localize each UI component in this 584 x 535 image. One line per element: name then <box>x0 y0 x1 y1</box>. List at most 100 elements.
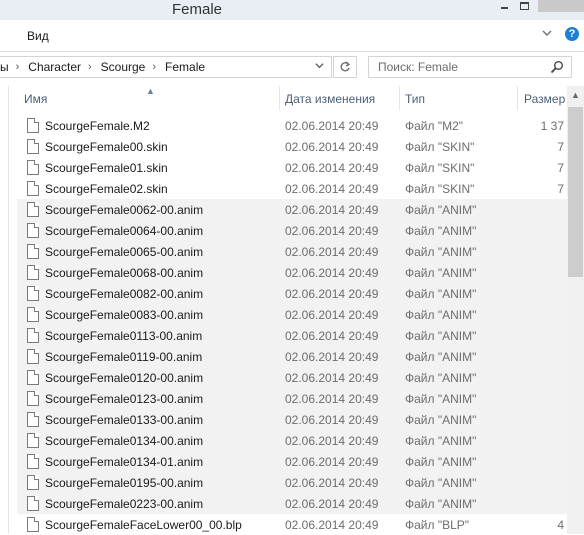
breadcrumb-separator-icon[interactable]: › <box>152 61 156 73</box>
file-type: Файл "BLP" <box>405 518 470 532</box>
refresh-button[interactable] <box>333 56 357 78</box>
scroll-up-icon[interactable]: ▲ <box>571 90 580 100</box>
file-date: 02.06.2014 20:49 <box>285 266 379 280</box>
file-type: Файл "ANIM" <box>405 476 477 490</box>
file-row[interactable]: ScourgeFemale0083-00.anim 02.06.2014 20:4… <box>17 304 567 325</box>
breadcrumb-item-female[interactable]: Female <box>165 60 205 74</box>
breadcrumb-item-partial[interactable]: ы <box>0 60 9 74</box>
file-icon <box>27 223 39 238</box>
search-box[interactable]: Поиск: Female <box>368 56 572 78</box>
help-icon[interactable]: ? <box>565 27 579 41</box>
file-row[interactable]: ScourgeFemale00.skin 02.06.2014 20:49 Файл… <box>17 136 567 157</box>
file-name: ScourgeFemale0065-00.anim <box>45 245 204 259</box>
file-type: Файл "ANIM" <box>405 371 477 385</box>
file-row[interactable]: ScourgeFemale0134-00.anim 02.06.2014 20:4… <box>17 430 567 451</box>
refresh-icon <box>340 61 351 72</box>
search-input[interactable]: Поиск: Female <box>378 60 458 74</box>
file-row[interactable]: ScourgeFemale0119-00.anim 02.06.2014 20:4… <box>17 346 567 367</box>
file-icon <box>27 412 39 427</box>
file-row[interactable]: ScourgeFemale0133-00.anim 02.06.2014 20:4… <box>17 409 567 430</box>
file-icon <box>27 496 39 511</box>
file-type: Файл "ANIM" <box>405 350 477 364</box>
file-name: ScourgeFemale0062-00.anim <box>45 203 204 217</box>
maximize-button[interactable] <box>516 0 532 12</box>
file-date: 02.06.2014 20:49 <box>285 497 379 511</box>
column-header-type[interactable]: Тип <box>399 86 518 110</box>
breadcrumb-item-scourge[interactable]: Scourge <box>101 60 146 74</box>
file-date: 02.06.2014 20:49 <box>285 140 379 154</box>
file-type: Файл "ANIM" <box>405 434 477 448</box>
file-row[interactable]: ScourgeFemale0120-00.anim 02.06.2014 20:4… <box>17 367 567 388</box>
file-name: ScourgeFemale0133-00.anim <box>45 413 204 427</box>
file-name: ScourgeFemale01.skin <box>45 161 168 175</box>
close-button[interactable] <box>538 0 584 12</box>
file-icon <box>27 160 39 175</box>
file-row[interactable]: ScourgeFemale0123-00.anim 02.06.2014 20:4… <box>17 388 567 409</box>
file-date: 02.06.2014 20:49 <box>285 308 379 322</box>
file-name: ScourgeFemale0082-00.anim <box>45 287 204 301</box>
tab-view[interactable]: Вид <box>27 29 49 43</box>
search-icon[interactable] <box>550 60 564 74</box>
breadcrumb-separator-icon[interactable]: › <box>16 61 20 73</box>
file-icon <box>27 391 39 406</box>
column-header-size[interactable]: Размер <box>517 86 567 110</box>
file-type: Файл "SKIN" <box>405 161 475 175</box>
file-icon <box>27 475 39 490</box>
file-name: ScourgeFemale0064-00.anim <box>45 224 204 238</box>
file-row[interactable]: ScourgeFemale01.skin 02.06.2014 20:49 Файл… <box>17 157 567 178</box>
file-row[interactable]: ScourgeFemale.M2 02.06.2014 20:49 Файл "M2… <box>17 115 567 136</box>
file-type: Файл "SKIN" <box>405 140 475 154</box>
file-type: Файл "ANIM" <box>405 245 477 259</box>
file-icon <box>27 202 39 217</box>
file-size: 4 <box>557 518 564 532</box>
file-date: 02.06.2014 20:49 <box>285 329 379 343</box>
file-row[interactable]: ScourgeFemale0082-00.anim 02.06.2014 20:4… <box>17 283 567 304</box>
address-history-dropdown-icon[interactable] <box>314 60 325 74</box>
file-type: Файл "ANIM" <box>405 413 477 427</box>
navigation-pane[interactable] <box>0 86 9 534</box>
file-type: Файл "ANIM" <box>405 329 477 343</box>
file-type: Файл "M2" <box>405 119 464 133</box>
file-row[interactable]: ScourgeFemale0113-00.anim 02.06.2014 20:4… <box>17 325 567 346</box>
ribbon: Вид ? <box>0 20 584 52</box>
minimize-button[interactable] <box>496 0 512 12</box>
expand-ribbon-chevron-icon[interactable] <box>541 27 555 41</box>
file-date: 02.06.2014 20:49 <box>285 434 379 448</box>
file-type: Файл "ANIM" <box>405 497 477 511</box>
file-row[interactable]: ScourgeFemale02.skin 02.06.2014 20:49 Файл… <box>17 178 567 199</box>
file-date: 02.06.2014 20:49 <box>285 455 379 469</box>
breadcrumb-separator-icon[interactable]: › <box>88 61 92 73</box>
file-size: 7 <box>557 140 564 154</box>
file-row[interactable]: ScourgeFemale0068-00.anim 02.06.2014 20:4… <box>17 262 567 283</box>
file-icon <box>27 286 39 301</box>
file-icon <box>27 244 39 259</box>
file-name: ScourgeFemale0083-00.anim <box>45 308 204 322</box>
file-row[interactable]: ScourgeFemale0223-00.anim 02.06.2014 20:4… <box>17 493 567 514</box>
window-title: Female <box>172 1 223 18</box>
file-icon <box>27 139 39 154</box>
file-type: Файл "ANIM" <box>405 308 477 322</box>
file-row[interactable]: ScourgeFemale0064-00.anim 02.06.2014 20:4… <box>17 220 567 241</box>
address-bar[interactable]: ы › Character › Scourge › Female <box>0 56 332 78</box>
scrollbar-thumb[interactable] <box>568 107 583 277</box>
file-row[interactable]: ScourgeFemale0134-01.anim 02.06.2014 20:4… <box>17 451 567 472</box>
vertical-scrollbar[interactable]: ▲ <box>567 86 584 534</box>
file-date: 02.06.2014 20:49 <box>285 413 379 427</box>
file-row[interactable]: ScourgeFemale0065-00.anim 02.06.2014 20:4… <box>17 241 567 262</box>
file-row[interactable]: ScourgeFemaleFaceLower00_00.blp 02.06.201… <box>17 514 567 535</box>
file-icon <box>27 307 39 322</box>
column-header-date[interactable]: Дата изменения <box>279 86 400 110</box>
file-row[interactable]: ScourgeFemale0195-00.anim 02.06.2014 20:4… <box>17 472 567 493</box>
file-date: 02.06.2014 20:49 <box>285 518 379 532</box>
breadcrumb-item-character[interactable]: Character <box>28 60 81 74</box>
file-date: 02.06.2014 20:49 <box>285 245 379 259</box>
file-type: Файл "SKIN" <box>405 182 475 196</box>
file-name: ScourgeFemale0195-00.anim <box>45 476 204 490</box>
file-name: ScourgeFemale0068-00.anim <box>45 266 204 280</box>
file-date: 02.06.2014 20:49 <box>285 182 379 196</box>
breadcrumb: ы › Character › Scourge › Female <box>0 60 205 74</box>
file-icon <box>27 433 39 448</box>
file-icon <box>27 370 39 385</box>
file-date: 02.06.2014 20:49 <box>285 350 379 364</box>
file-row[interactable]: ScourgeFemale0062-00.anim 02.06.2014 20:4… <box>17 199 567 220</box>
